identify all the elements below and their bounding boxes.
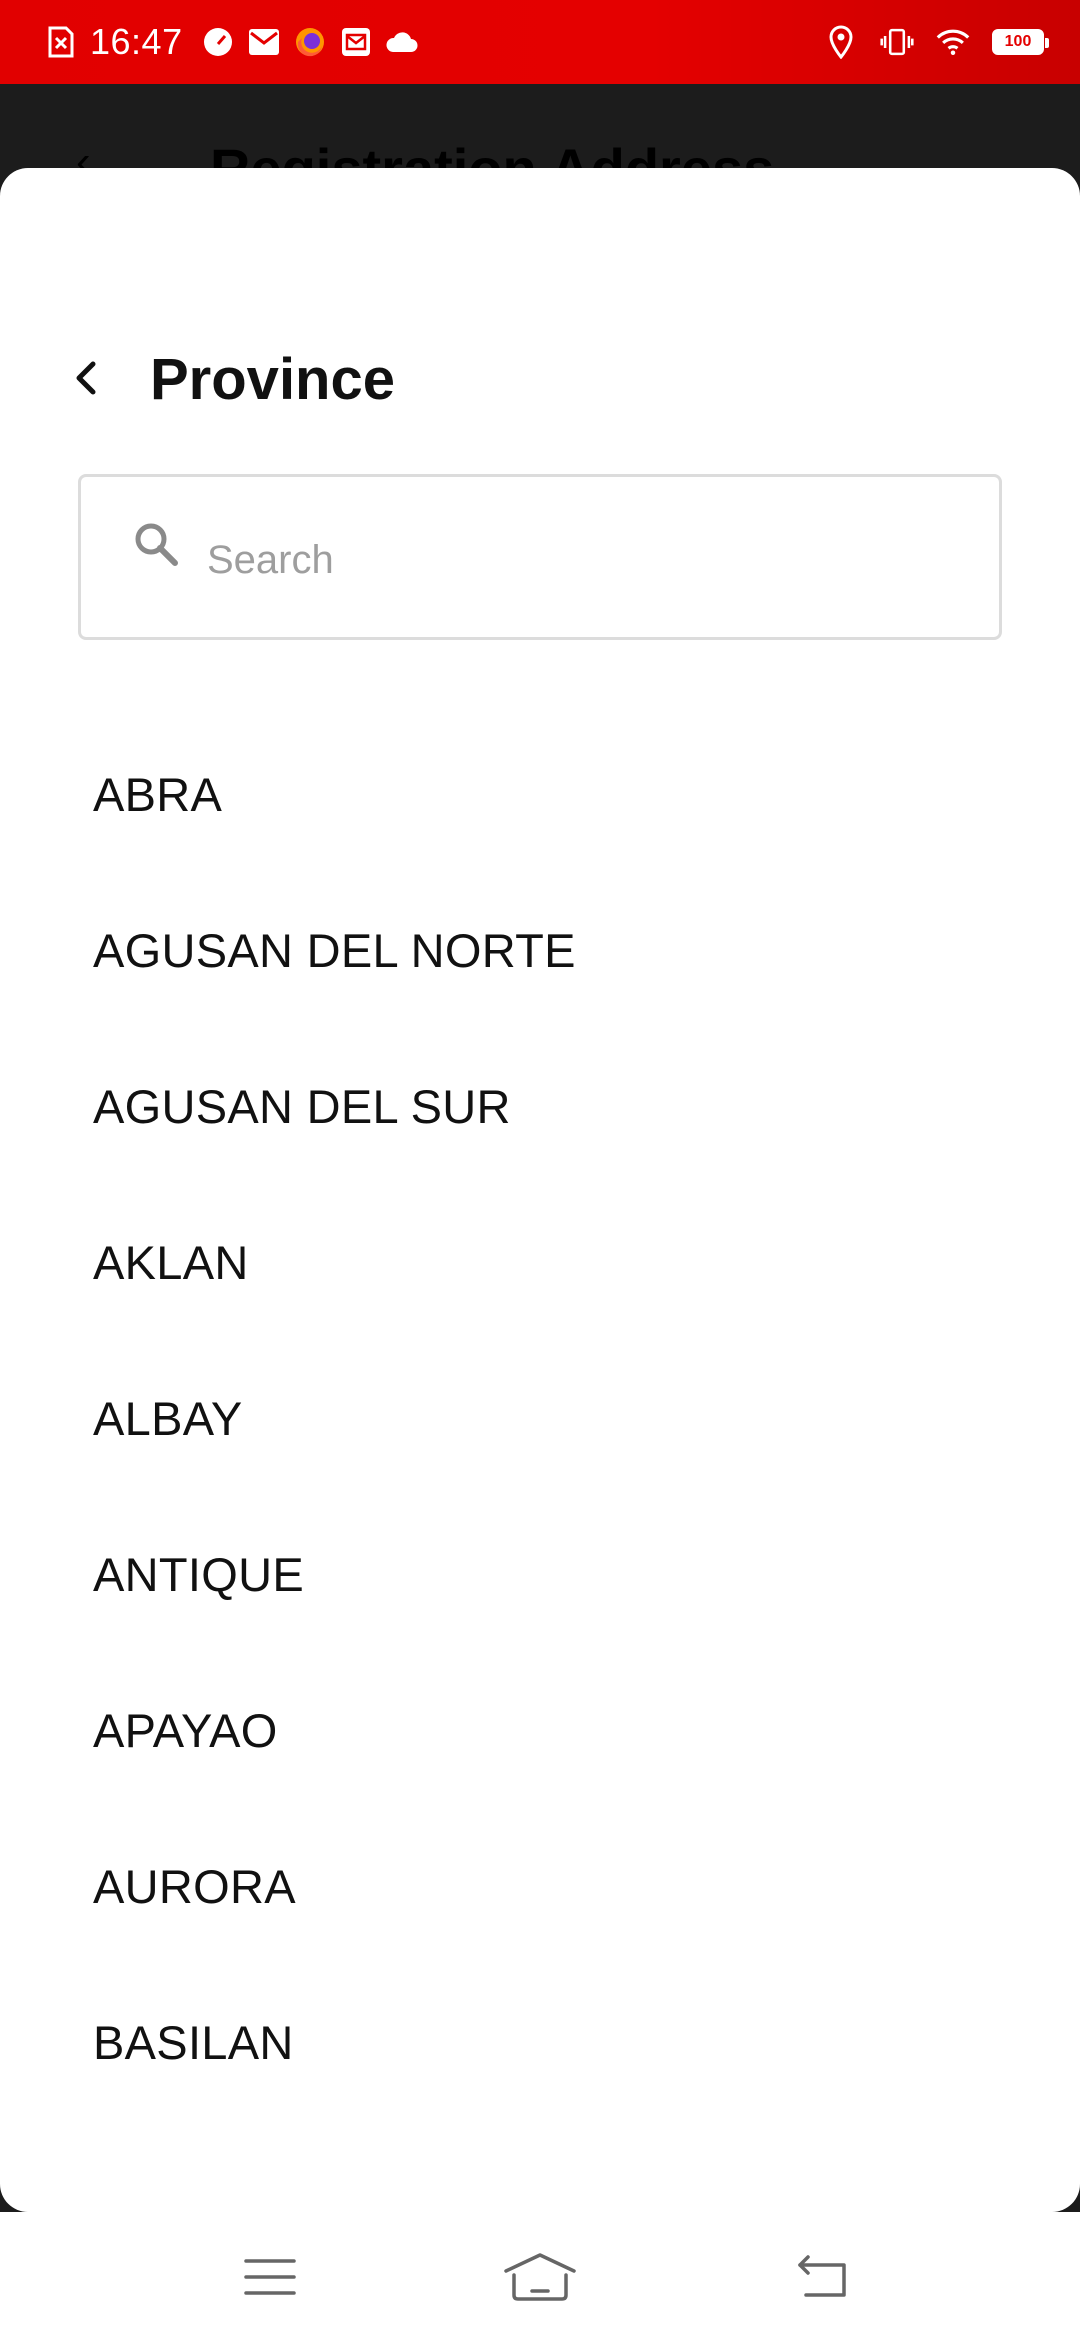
mail-icon <box>247 25 281 59</box>
search-input[interactable] <box>207 515 967 605</box>
wifi-icon <box>936 25 970 59</box>
menu-icon <box>244 2259 296 2295</box>
cloud-icon <box>385 25 419 59</box>
home-icon <box>504 2253 576 2301</box>
home-button[interactable] <box>490 2242 590 2312</box>
status-time: 16:47 <box>90 21 183 62</box>
chevron-left-icon <box>76 361 96 395</box>
province-picker-sheet: Province ABRA AGUSAN DEL NORTE AGUSAN DE… <box>0 168 1080 2212</box>
list-item-aklan[interactable]: AKLAN <box>0 1184 1080 1340</box>
back-button[interactable] <box>48 340 124 416</box>
search-icon <box>135 523 178 566</box>
sim-off-icon <box>44 25 78 59</box>
location-icon <box>824 25 858 59</box>
list-item-albay[interactable]: ALBAY <box>0 1340 1080 1496</box>
status-bar-left: 16:47 <box>44 0 419 84</box>
navigation-bar <box>0 2212 1080 2340</box>
sheet-header: Province <box>0 318 1080 438</box>
list-item-apayao[interactable]: APAYAO <box>0 1652 1080 1808</box>
list-item-agusan-del-norte[interactable]: AGUSAN DEL NORTE <box>0 872 1080 1028</box>
status-bar: 16:47 100 <box>0 0 1080 84</box>
search-box[interactable] <box>78 474 1002 640</box>
list-item-antique[interactable]: ANTIQUE <box>0 1496 1080 1652</box>
list-item-aurora[interactable]: AURORA <box>0 1808 1080 1964</box>
status-bar-right: 100 <box>824 0 1049 84</box>
page-title: Province <box>150 347 395 412</box>
list-item-basilan[interactable]: BASILAN <box>0 1964 1080 2120</box>
list-item-agusan-del-sur[interactable]: AGUSAN DEL SUR <box>0 1028 1080 1184</box>
province-list: ABRA AGUSAN DEL NORTE AGUSAN DEL SUR AKL… <box>0 716 1080 2120</box>
vibrate-icon <box>880 25 914 59</box>
back-icon <box>798 2255 846 2297</box>
firefox-icon <box>293 25 327 59</box>
recent-apps-button[interactable] <box>220 2242 320 2312</box>
back-nav-button[interactable] <box>772 2242 872 2312</box>
speedometer-icon <box>201 25 235 59</box>
list-item-abra[interactable]: ABRA <box>0 716 1080 872</box>
inbox-icon <box>339 25 373 59</box>
battery-icon: 100 <box>992 29 1049 55</box>
